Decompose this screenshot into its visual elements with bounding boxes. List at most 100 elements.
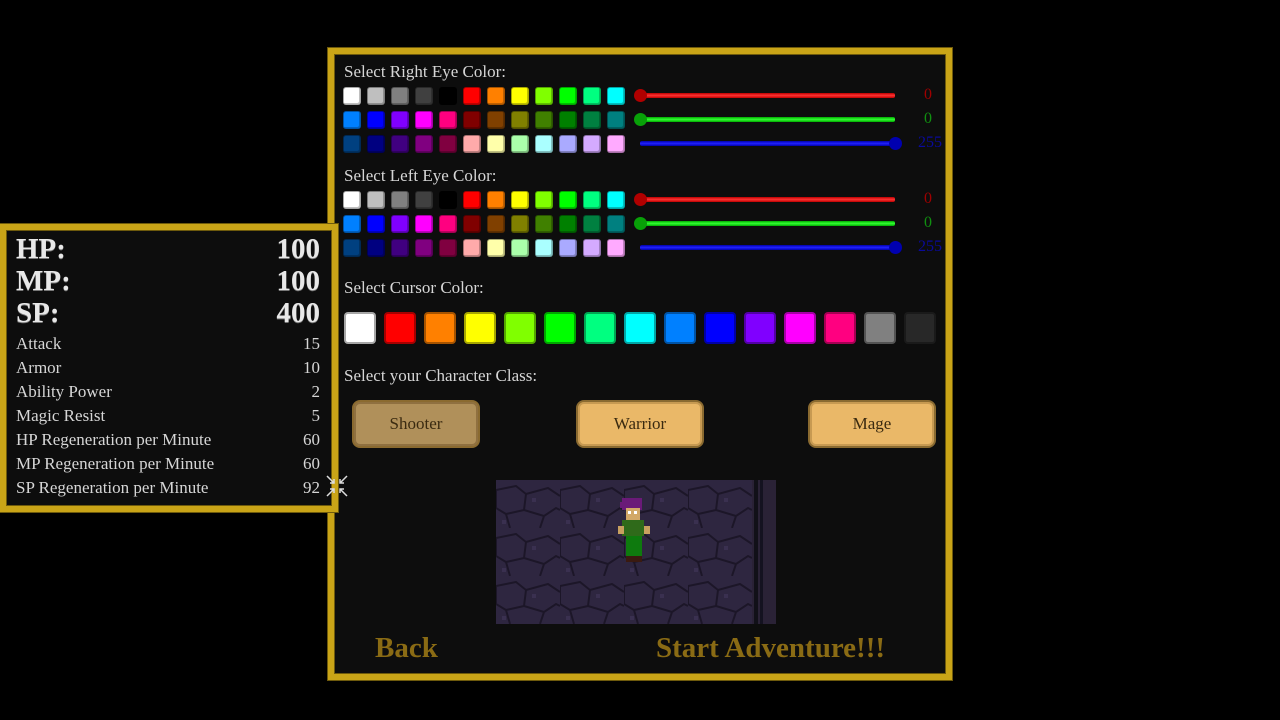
cursor-color-swatch[interactable] [624, 312, 656, 344]
right-eye-color-swatch[interactable] [559, 135, 577, 153]
right-eye-color-swatch[interactable] [415, 111, 433, 129]
right-eye-color-swatch[interactable] [439, 135, 457, 153]
left-eye-color-swatch[interactable] [487, 239, 505, 257]
right-eye-color-swatch[interactable] [607, 87, 625, 105]
warrior-class-button[interactable]: Warrior [576, 400, 704, 448]
right-eye-color-swatch[interactable] [343, 135, 361, 153]
left-eye-color-swatch[interactable] [607, 239, 625, 257]
left-eye-color-swatch[interactable] [535, 239, 553, 257]
cursor-color-swatch[interactable] [824, 312, 856, 344]
cursor-color-swatch[interactable] [424, 312, 456, 344]
cursor-color-swatch[interactable] [864, 312, 896, 344]
right-eye-color-swatch[interactable] [559, 111, 577, 129]
cursor-color-swatch[interactable] [904, 312, 936, 344]
right-eye-green-slider[interactable] [634, 113, 895, 126]
slider-thumb[interactable] [634, 113, 647, 126]
right-eye-color-swatch[interactable] [535, 87, 553, 105]
cursor-color-swatch[interactable] [704, 312, 736, 344]
left-eye-red-slider[interactable] [634, 193, 895, 206]
left-eye-color-swatch[interactable] [391, 239, 409, 257]
left-eye-color-swatch[interactable] [559, 239, 577, 257]
right-eye-color-swatch[interactable] [511, 135, 529, 153]
right-eye-blue-slider[interactable] [640, 137, 902, 150]
right-eye-color-swatch[interactable] [343, 111, 361, 129]
right-eye-color-swatch[interactable] [343, 87, 361, 105]
left-eye-color-swatch[interactable] [559, 191, 577, 209]
right-eye-color-swatch[interactable] [415, 87, 433, 105]
left-eye-color-swatch[interactable] [415, 239, 433, 257]
left-eye-color-swatch[interactable] [535, 191, 553, 209]
cursor-color-swatch[interactable] [344, 312, 376, 344]
cursor-color-swatch[interactable] [464, 312, 496, 344]
right-eye-color-swatch[interactable] [559, 87, 577, 105]
mage-class-button[interactable]: Mage [808, 400, 936, 448]
left-eye-color-swatch[interactable] [511, 215, 529, 233]
left-eye-color-swatch[interactable] [391, 215, 409, 233]
right-eye-color-swatch[interactable] [367, 87, 385, 105]
cursor-color-swatch[interactable] [544, 312, 576, 344]
cursor-color-swatch[interactable] [664, 312, 696, 344]
right-eye-color-swatch[interactable] [439, 111, 457, 129]
cursor-color-swatch[interactable] [584, 312, 616, 344]
left-eye-color-swatch[interactable] [439, 215, 457, 233]
left-eye-green-slider[interactable] [634, 217, 895, 230]
left-eye-color-swatch[interactable] [463, 239, 481, 257]
right-eye-color-swatch[interactable] [487, 135, 505, 153]
right-eye-red-slider[interactable] [634, 89, 895, 102]
left-eye-color-swatch[interactable] [511, 191, 529, 209]
left-eye-color-swatch[interactable] [415, 215, 433, 233]
left-eye-color-swatch[interactable] [343, 239, 361, 257]
right-eye-color-swatch[interactable] [463, 87, 481, 105]
right-eye-color-swatch[interactable] [511, 111, 529, 129]
cursor-color-swatch[interactable] [784, 312, 816, 344]
left-eye-color-swatch[interactable] [439, 239, 457, 257]
right-eye-color-swatch[interactable] [391, 87, 409, 105]
right-eye-color-swatch[interactable] [511, 87, 529, 105]
shooter-class-button[interactable]: Shooter [352, 400, 480, 448]
right-eye-color-swatch[interactable] [463, 111, 481, 129]
left-eye-color-swatch[interactable] [367, 239, 385, 257]
right-eye-color-swatch[interactable] [487, 87, 505, 105]
left-eye-color-swatch[interactable] [535, 215, 553, 233]
right-eye-color-swatch[interactable] [391, 111, 409, 129]
left-eye-color-swatch[interactable] [511, 239, 529, 257]
cursor-color-swatch[interactable] [504, 312, 536, 344]
right-eye-color-swatch[interactable] [607, 111, 625, 129]
slider-thumb[interactable] [634, 89, 647, 102]
left-eye-color-swatch[interactable] [583, 215, 601, 233]
left-eye-color-swatch[interactable] [607, 191, 625, 209]
left-eye-color-swatch[interactable] [343, 191, 361, 209]
left-eye-color-swatch[interactable] [487, 215, 505, 233]
right-eye-color-swatch[interactable] [583, 135, 601, 153]
slider-thumb[interactable] [634, 217, 647, 230]
left-eye-color-swatch[interactable] [439, 191, 457, 209]
left-eye-color-swatch[interactable] [463, 215, 481, 233]
left-eye-color-swatch[interactable] [559, 215, 577, 233]
left-eye-color-swatch[interactable] [583, 191, 601, 209]
right-eye-color-swatch[interactable] [391, 135, 409, 153]
cursor-color-swatch[interactable] [384, 312, 416, 344]
left-eye-color-swatch[interactable] [463, 191, 481, 209]
left-eye-blue-slider[interactable] [640, 241, 902, 254]
cursor-color-swatch[interactable] [744, 312, 776, 344]
right-eye-color-swatch[interactable] [415, 135, 433, 153]
right-eye-color-swatch[interactable] [535, 135, 553, 153]
left-eye-color-swatch[interactable] [367, 191, 385, 209]
left-eye-color-swatch[interactable] [487, 191, 505, 209]
right-eye-color-swatch[interactable] [439, 87, 457, 105]
right-eye-color-swatch[interactable] [487, 111, 505, 129]
right-eye-color-swatch[interactable] [607, 135, 625, 153]
right-eye-color-swatch[interactable] [583, 87, 601, 105]
right-eye-color-swatch[interactable] [583, 111, 601, 129]
right-eye-color-swatch[interactable] [535, 111, 553, 129]
left-eye-color-swatch[interactable] [415, 191, 433, 209]
right-eye-color-swatch[interactable] [367, 135, 385, 153]
left-eye-color-swatch[interactable] [583, 239, 601, 257]
right-eye-color-swatch[interactable] [463, 135, 481, 153]
left-eye-color-swatch[interactable] [607, 215, 625, 233]
right-eye-color-swatch[interactable] [367, 111, 385, 129]
slider-thumb[interactable] [634, 193, 647, 206]
start-adventure-button[interactable]: Start Adventure!!! [656, 632, 885, 665]
left-eye-color-swatch[interactable] [391, 191, 409, 209]
left-eye-color-swatch[interactable] [367, 215, 385, 233]
